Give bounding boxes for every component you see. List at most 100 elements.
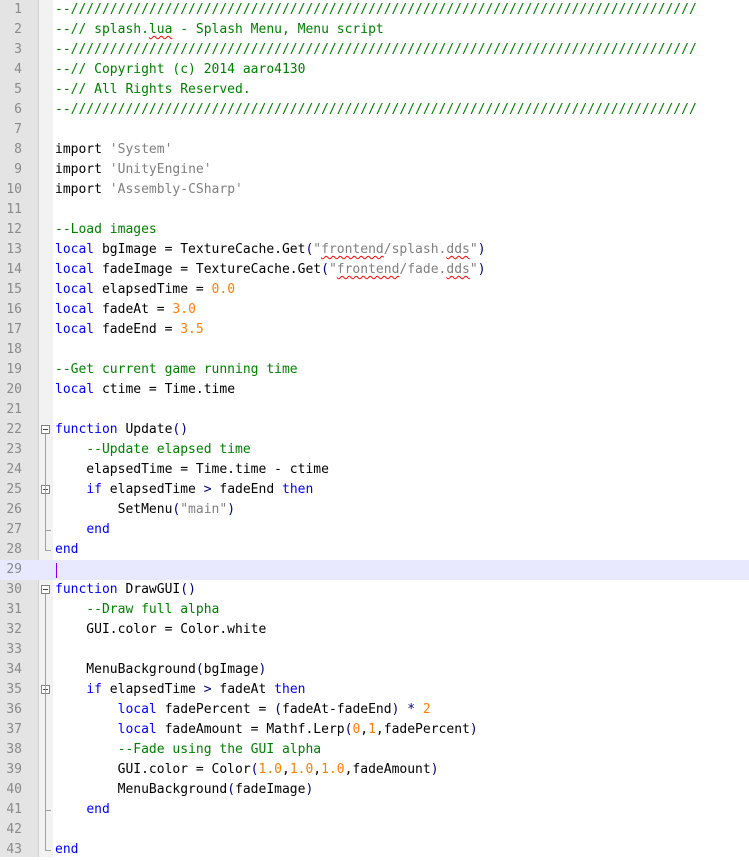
line-number: 27 xyxy=(6,522,22,537)
code-token: frontend xyxy=(336,262,400,277)
code-text: local fadeAt = 3.0 xyxy=(55,300,196,320)
code-line[interactable]: 4 --// Copyright (c) 2014 aaro4130 xyxy=(0,60,749,80)
code-token: GUI.color = Color xyxy=(55,762,251,777)
code-text: end xyxy=(55,520,109,540)
code-text: --Draw full alpha xyxy=(55,600,219,620)
code-text: --// Copyright (c) 2014 aaro4130 xyxy=(55,60,305,80)
line-number: 3 xyxy=(14,42,22,57)
code-line[interactable]: 36 local fadePercent = (fadeAt-fadeEnd) … xyxy=(0,700,749,720)
code-line[interactable]: 28 end xyxy=(0,540,749,560)
code-token: --Update elapsed time xyxy=(86,442,251,457)
fold-toggle-icon[interactable] xyxy=(41,425,50,434)
line-number: 30 xyxy=(6,582,22,597)
code-token: ) xyxy=(227,502,236,517)
line-number: 18 xyxy=(6,342,22,357)
code-line[interactable]: 31 --Draw full alpha xyxy=(0,600,749,620)
code-token: end xyxy=(55,542,79,557)
code-line[interactable]: 14 local fadeImage = TextureCache.Get("fr… xyxy=(0,260,749,280)
code-line[interactable]: 13 local bgImage = TextureCache.Get("fron… xyxy=(0,240,749,260)
code-token: elapsedTime = Time.time - ctime xyxy=(55,462,329,477)
code-line[interactable]: 23 --Update elapsed time xyxy=(0,440,749,460)
code-line[interactable]: 27 end xyxy=(0,520,749,540)
code-line[interactable]: 24 elapsedTime = Time.time - ctime xyxy=(0,460,749,480)
code-text: GUI.color = Color(1.0,1.0,1.0,fadeAmount… xyxy=(55,760,439,780)
code-line[interactable]: 39 GUI.color = Color(1.0,1.0,1.0,fadeAmo… xyxy=(0,760,749,780)
code-text: --//////////////////////////////////////… xyxy=(55,40,697,60)
code-token: ) xyxy=(469,722,478,737)
code-token: fadeAt xyxy=(211,682,275,697)
code-line[interactable]: 11 xyxy=(0,200,749,220)
code-line[interactable]: 22 function Update() xyxy=(0,420,749,440)
code-line[interactable]: 40 MenuBackground(fadeImage) xyxy=(0,780,749,800)
code-line[interactable]: 32 GUI.color = Color.white xyxy=(0,620,749,640)
code-line[interactable]: 21 xyxy=(0,400,749,420)
code-token: ( xyxy=(321,262,329,277)
code-line[interactable]: 30 function DrawGUI() xyxy=(0,580,749,600)
code-line[interactable]: 34 MenuBackground(bgImage) xyxy=(0,660,749,680)
code-token: --// splash. xyxy=(55,22,149,37)
code-line[interactable]: 6 --/////////////////////////////////////… xyxy=(0,100,749,120)
code-line[interactable]: 41 end xyxy=(0,800,749,820)
code-token: import xyxy=(55,162,110,177)
code-line[interactable]: 29 xyxy=(0,560,749,580)
code-text: function DrawGUI() xyxy=(55,580,196,600)
code-token: , xyxy=(281,762,290,777)
fold-end-tick xyxy=(45,530,51,531)
code-token: ) xyxy=(305,782,314,797)
code-line[interactable]: 19 --Get current game running time xyxy=(0,360,749,380)
code-line[interactable]: 20 local ctime = Time.time xyxy=(0,380,749,400)
code-line[interactable]: 25 if elapsedTime > fadeEnd then xyxy=(0,480,749,500)
line-number: 5 xyxy=(14,82,22,97)
code-line[interactable]: 1 --/////////////////////////////////////… xyxy=(0,0,749,20)
code-line[interactable]: 26 SetMenu("main") xyxy=(0,500,749,520)
code-line[interactable]: 8 import 'System' xyxy=(0,140,749,160)
code-line[interactable]: 9 import 'UnityEngine' xyxy=(0,160,749,180)
code-token: 3.5 xyxy=(180,322,204,337)
code-text: local elapsedTime = 0.0 xyxy=(55,280,235,300)
code-line[interactable]: 42 xyxy=(0,820,749,840)
code-token: , xyxy=(360,722,369,737)
code-line[interactable]: 12 --Load images xyxy=(0,220,749,240)
code-line[interactable]: 5 --// All Rights Reserved. xyxy=(0,80,749,100)
code-line[interactable]: 2 --// splash.lua - Splash Menu, Menu scr… xyxy=(0,20,749,40)
line-number: 43 xyxy=(6,842,22,857)
code-token: if xyxy=(86,482,102,497)
code-line[interactable]: 43 end xyxy=(0,840,749,860)
code-line[interactable]: 10 import 'Assembly-CSharp' xyxy=(0,180,749,200)
line-number: 26 xyxy=(6,502,22,517)
code-token: () xyxy=(172,422,189,437)
fold-guide-line xyxy=(45,494,46,530)
code-token: 1 xyxy=(368,722,376,737)
line-number: 15 xyxy=(6,282,22,297)
code-token: if xyxy=(86,682,102,697)
fold-toggle-icon[interactable] xyxy=(41,585,50,594)
code-line[interactable]: 7 xyxy=(0,120,749,140)
line-number: 22 xyxy=(6,422,22,437)
code-editor[interactable]: 1 --/////////////////////////////////////… xyxy=(0,0,749,857)
code-line[interactable]: 33 xyxy=(0,640,749,660)
code-line[interactable]: 3 --/////////////////////////////////////… xyxy=(0,40,749,60)
code-token: fadeImage = TextureCache.Get xyxy=(94,262,322,277)
code-line[interactable]: 16 local fadeAt = 3.0 xyxy=(0,300,749,320)
code-token: fadeAt = xyxy=(94,302,173,317)
line-number: 25 xyxy=(6,482,22,497)
code-line[interactable]: 15 local elapsedTime = 0.0 xyxy=(0,280,749,300)
code-line[interactable]: 37 local fadeAmount = Mathf.Lerp(0,1,fad… xyxy=(0,720,749,740)
line-number: 14 xyxy=(6,262,22,277)
line-number: 33 xyxy=(6,642,22,657)
code-token: ( xyxy=(195,662,204,677)
line-number: 37 xyxy=(6,722,22,737)
code-token: ) xyxy=(477,262,486,277)
code-text: if elapsedTime > fadeEnd then xyxy=(55,480,313,500)
code-token: then xyxy=(282,482,314,497)
code-line[interactable]: 18 xyxy=(0,340,749,360)
line-number: 1 xyxy=(14,2,22,17)
line-number: 6 xyxy=(14,102,22,117)
code-text: --Get current game running time xyxy=(55,360,298,380)
code-line[interactable]: 17 local fadeEnd = 3.5 xyxy=(0,320,749,340)
line-number: 11 xyxy=(6,202,22,217)
code-line[interactable]: 38 --Fade using the GUI alpha xyxy=(0,740,749,760)
code-line[interactable]: 35 if elapsedTime > fadeAt then xyxy=(0,680,749,700)
